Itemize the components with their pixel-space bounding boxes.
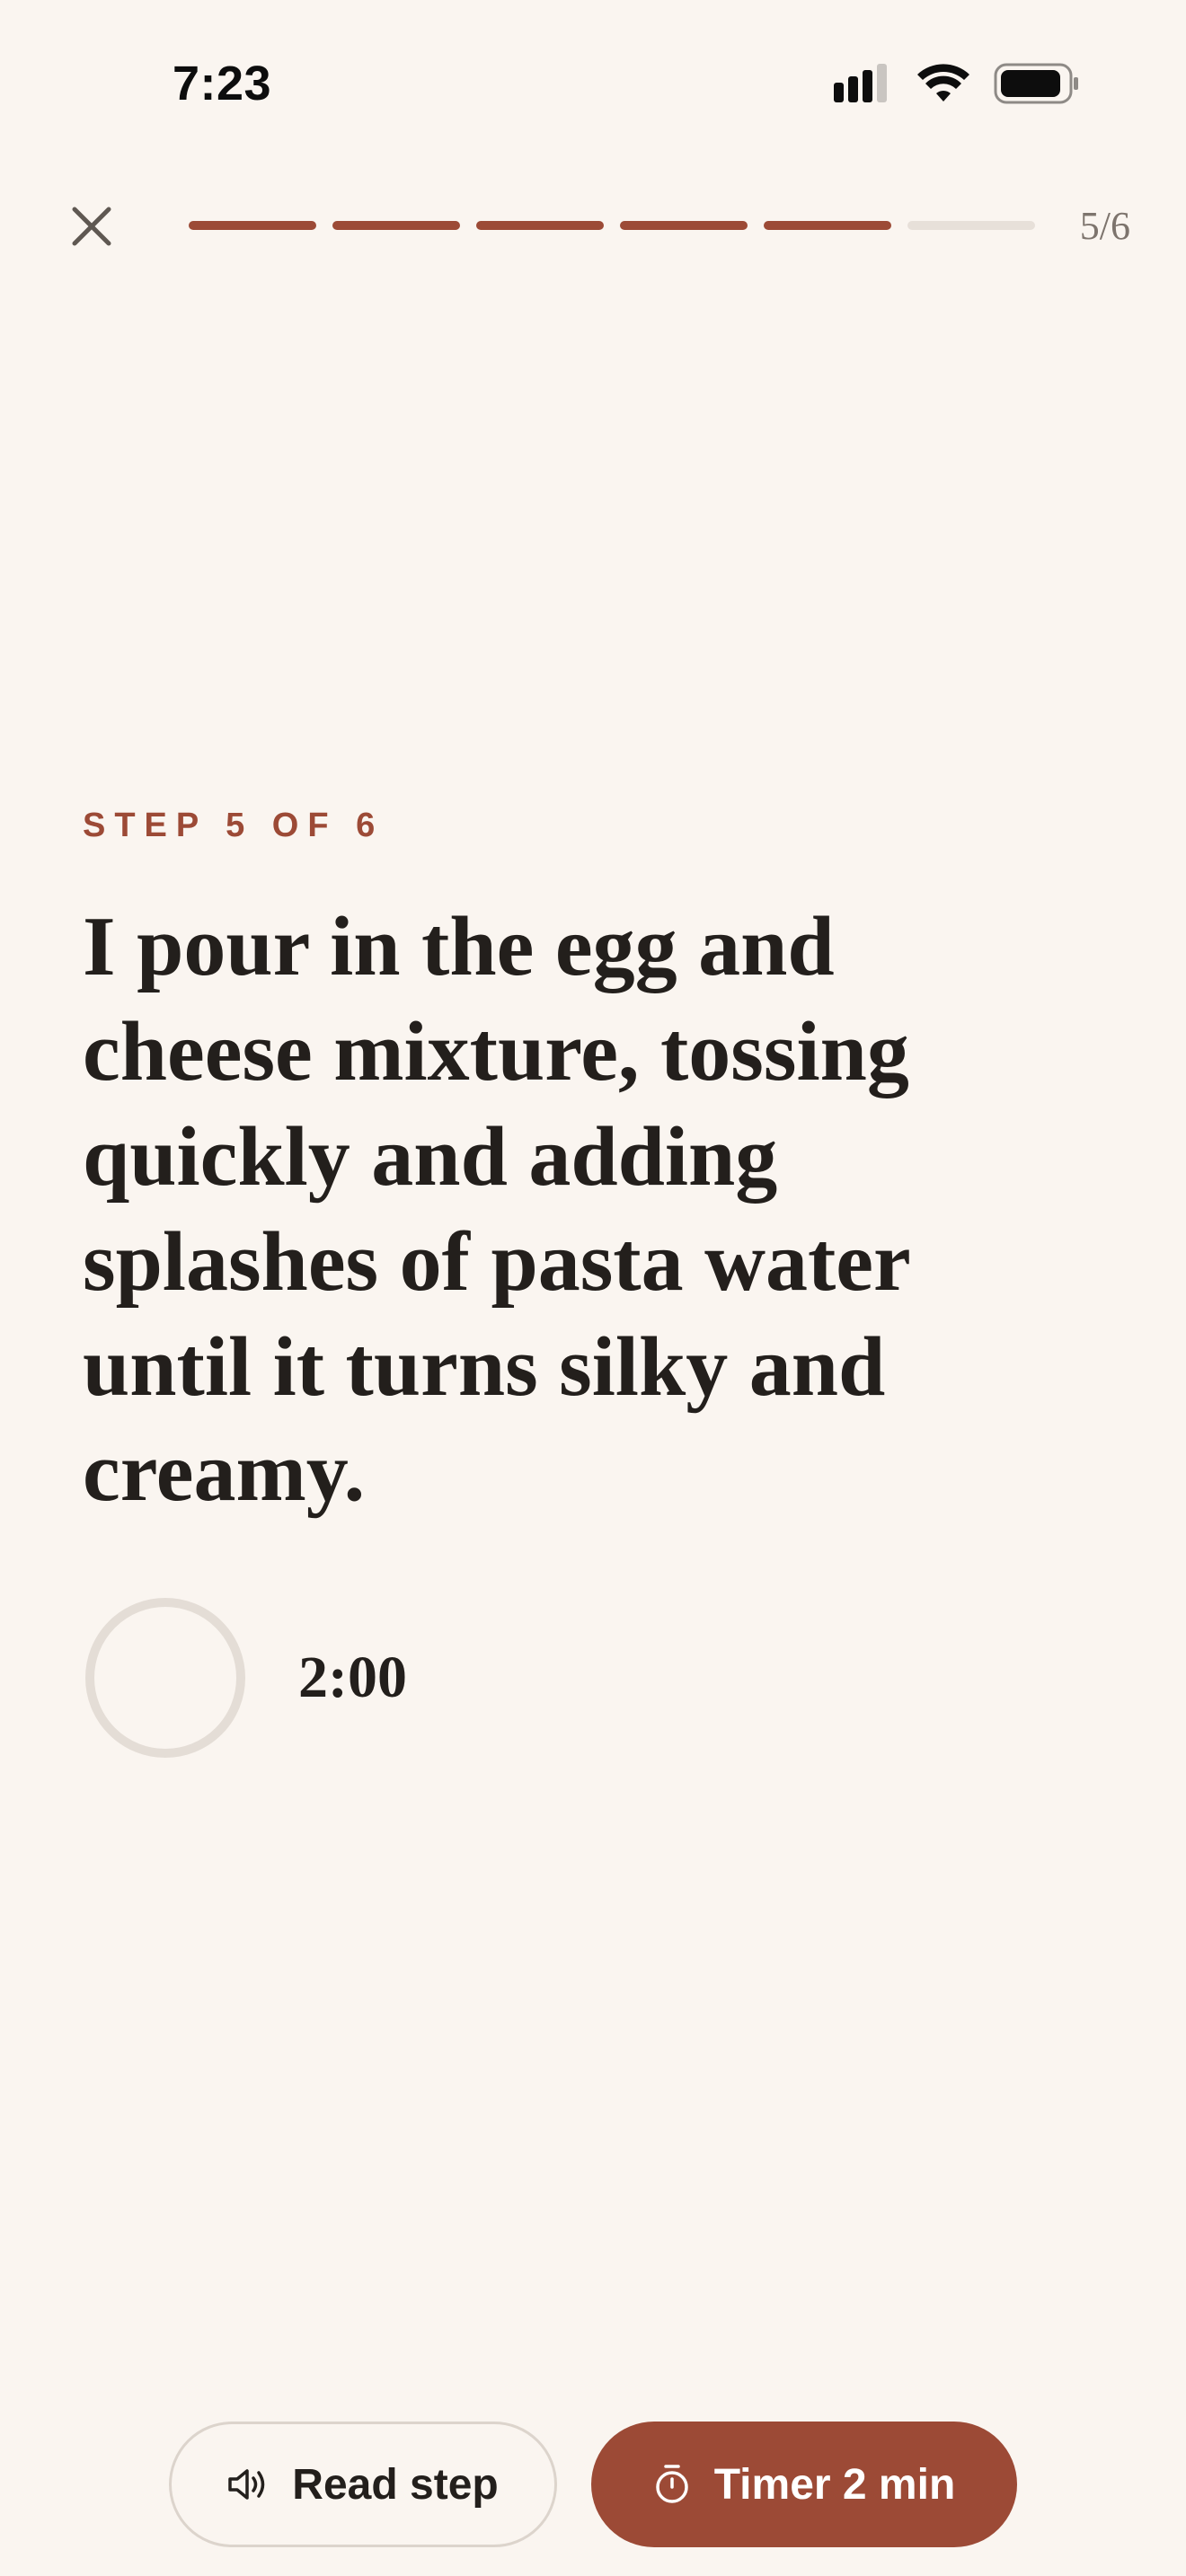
step-label: STEP 5 OF 6 — [83, 807, 385, 844]
read-step-label: Read step — [292, 2460, 499, 2509]
close-button[interactable] — [58, 192, 126, 260]
step-counter: 5/6 — [1079, 204, 1130, 248]
read-step-button[interactable]: Read step — [169, 2422, 557, 2547]
timer-value: 2:00 — [298, 1645, 407, 1710]
status-time: 7:23 — [173, 57, 272, 110]
step-instruction: I pour in the egg and cheese mixture, to… — [83, 900, 910, 1519]
cellular-signal-icon — [834, 64, 887, 102]
stopwatch-icon — [655, 2465, 688, 2503]
battery-icon — [994, 63, 1078, 104]
status-icons — [832, 63, 1080, 104]
start-timer-button[interactable]: Timer 2 min — [591, 2422, 1017, 2547]
close-icon — [72, 207, 111, 246]
step-progress-bar — [189, 221, 1035, 230]
progress-segment — [476, 221, 604, 230]
status-bar: 7:23 — [0, 0, 1186, 171]
wifi-icon — [917, 64, 969, 101]
speaker-icon — [228, 2469, 265, 2500]
progress-segment — [189, 221, 316, 230]
progress-segment — [764, 221, 891, 230]
step-timer[interactable]: 2:00 — [83, 1595, 407, 1760]
progress-segment — [907, 221, 1035, 230]
progress-segment — [332, 221, 460, 230]
start-timer-label: Timer 2 min — [713, 2460, 956, 2509]
progress-segment — [620, 221, 748, 230]
timer-ring — [85, 1598, 245, 1758]
